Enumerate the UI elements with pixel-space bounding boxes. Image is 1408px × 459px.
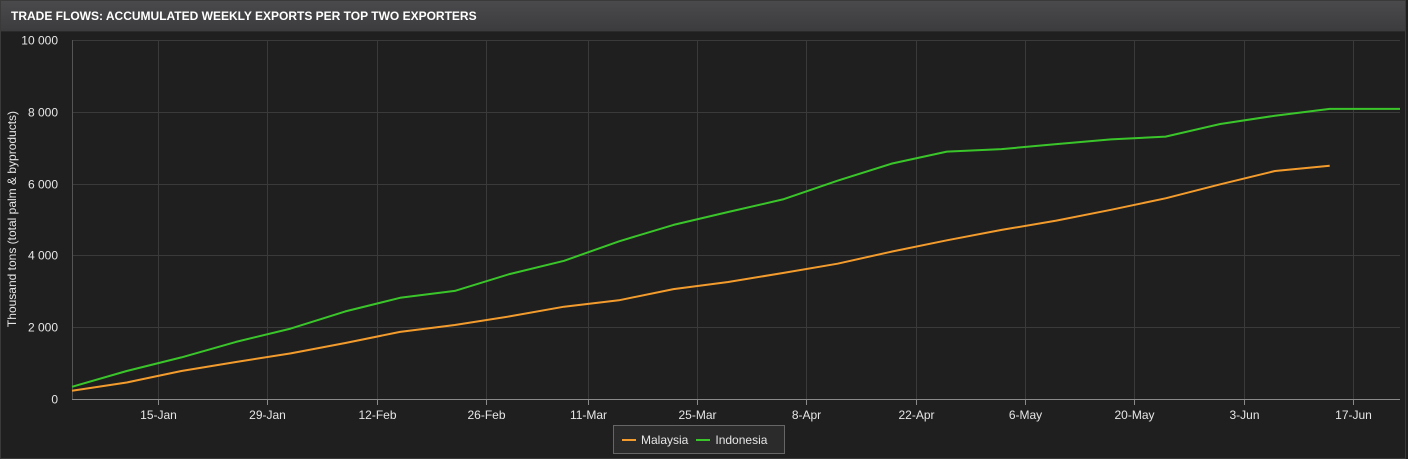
line-chart: 0 2 000 4 000 6 000 8 000 10 000 15-Jan 29-Jan 1… [5,34,1400,422]
x-tick-label: 3-Jun [1229,408,1259,422]
legend-item-malaysia[interactable]: Malaysia [622,433,688,447]
grid-lines [72,40,1400,400]
y-tick-label: 4 000 [28,249,58,263]
legend-swatch-malaysia [622,438,636,441]
x-tick-label: 12-Feb [358,408,396,422]
x-tick-label: 11-Mar [570,408,607,422]
y-tick-label: 6 000 [28,178,58,192]
series-line-indonesia[interactable] [71,107,1400,388]
x-tick-label: 6-May [1009,408,1042,422]
y-axis-title: Thousand tons (total palm & byproducts) [5,111,19,327]
x-tick-label: 29-Jan [249,408,286,422]
x-tick-label: 22-Apr [898,408,934,422]
x-tick-label: 15-Jan [140,408,177,422]
y-tick-label: 2 000 [28,321,58,335]
legend-label-indonesia: Indonesia [715,432,768,447]
x-tick-label: 25-Mar [678,408,716,422]
x-tick-label: 26-Feb [467,408,505,422]
y-tick-label: 0 [51,393,58,407]
legend-label-malaysia: Malaysia [641,432,689,447]
y-tick-label: 10 000 [21,34,58,48]
y-tick-label: 8 000 [28,106,58,120]
legend-item-indonesia[interactable]: Indonesia [696,433,767,447]
x-tick-label: 17-Jun [1335,408,1372,422]
series-lines [71,107,1400,392]
legend-swatch-indonesia [696,438,711,441]
x-tick-label: 8-Apr [792,408,821,422]
chart-legend[interactable]: Malaysia Indonesia [613,425,785,454]
series-line-malaysia[interactable] [71,164,1330,392]
x-tick-label: 20-May [1114,408,1154,422]
